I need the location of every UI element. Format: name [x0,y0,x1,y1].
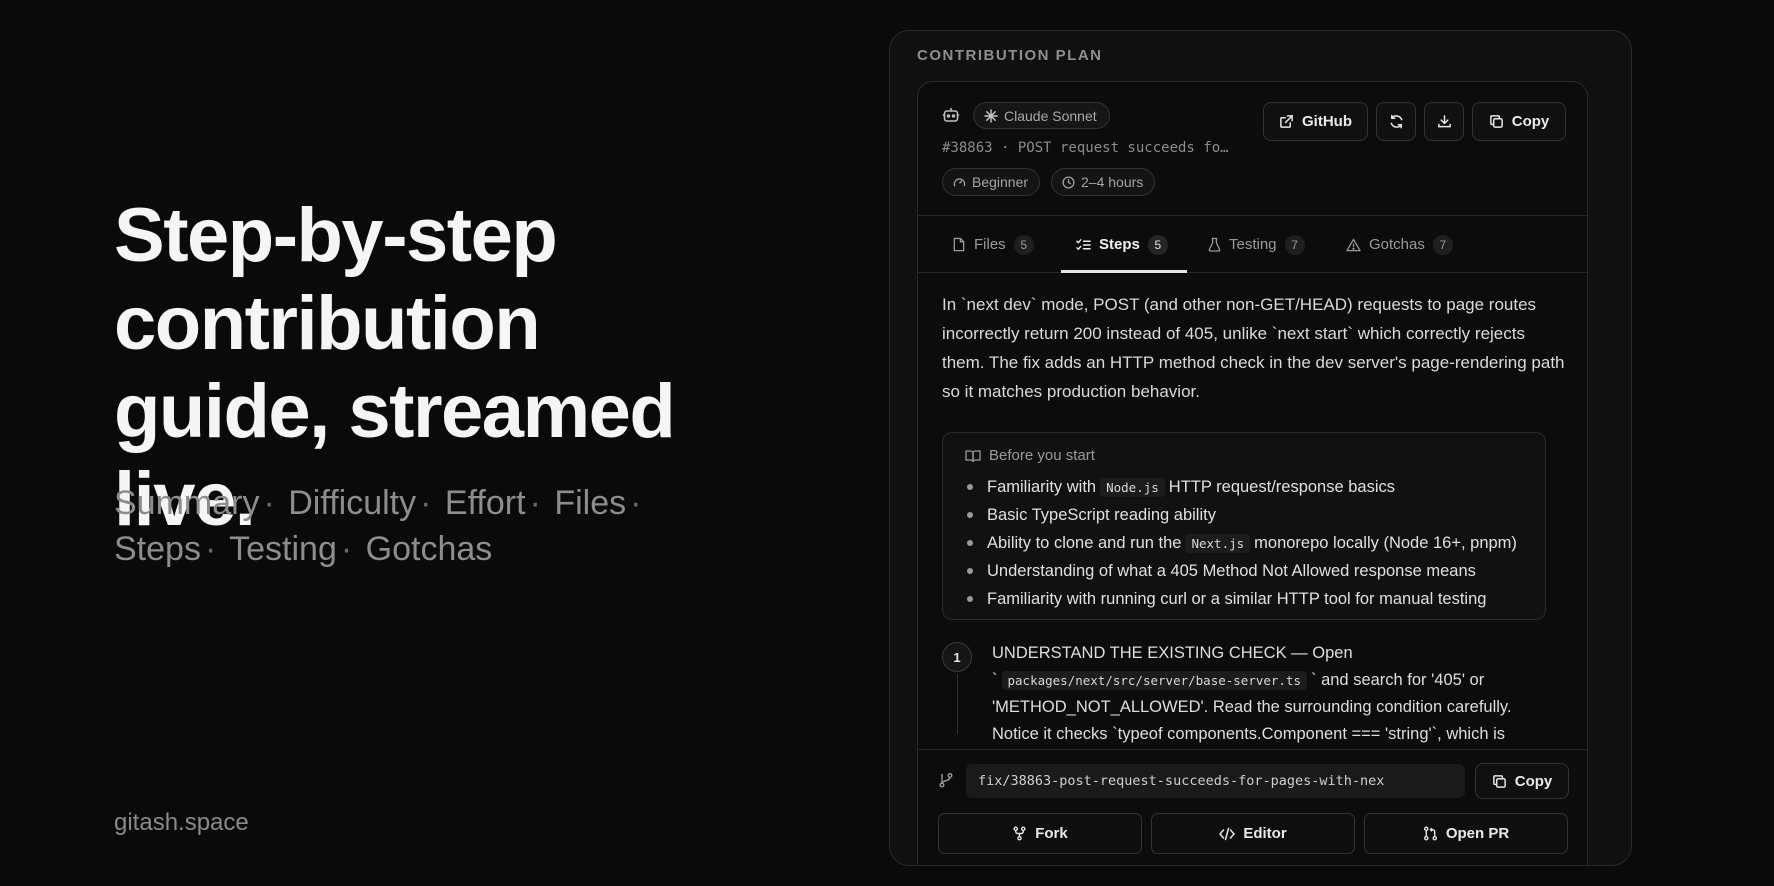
feature-list: Summary · Difficulty · Effort · Files · Step… [114,480,694,572]
list-item: Understanding of what a 405 Method Not A… [965,557,1517,585]
copy-icon [1492,774,1507,789]
effort-badge: 2–4 hours [1051,168,1156,196]
feature-difficulty: Difficulty [288,484,417,522]
prereq-text: Basic TypeScript reading ability [987,506,1216,524]
prerequisites-box: Before you start Familiarity with Node.js… [942,432,1546,620]
prerequisites-header: Before you start [965,447,1095,464]
tab-testing-label: Testing [1229,236,1277,253]
tab-steps[interactable]: Steps 5 [1076,216,1168,273]
effort-label: 2–4 hours [1081,174,1144,190]
plan-tabs: Files 5 Steps 5 Testing 7 Gotchas 7 [918,216,1587,273]
difficulty-badge: Beginner [942,168,1041,196]
clock-icon [1062,175,1075,189]
step-title: UNDERSTAND THE EXISTING CHECK — Open [992,644,1353,662]
inline-code: Next.js [1185,534,1251,553]
list-checks-icon [1076,238,1091,252]
copy-plan-button[interactable]: Copy [1472,102,1566,141]
fork-button[interactable]: Fork [938,813,1142,854]
open-pr-button[interactable]: Open PR [1364,813,1568,854]
tab-testing-count: 7 [1284,234,1305,255]
step-number: 1 [942,642,972,672]
tab-testing[interactable]: Testing 7 [1208,216,1305,273]
step-content: UNDERSTAND THE EXISTING CHECK — Open ` pa… [992,640,1552,748]
feature-testing: Testing [229,530,337,568]
sparkle-icon [984,108,998,123]
git-fork-icon [1012,826,1027,841]
tab-files[interactable]: Files 5 [952,216,1034,273]
feature-steps: Steps [114,530,201,568]
separator: · [529,484,541,522]
prereq-text: Ability to clone and run the [987,534,1182,552]
github-button-label: GitHub [1302,113,1352,130]
step-connector [957,674,958,734]
feature-files: Files [554,484,627,522]
difficulty-label: Beginner [972,174,1029,190]
site-url: gitash.space [114,809,249,836]
file-path-code: packages/next/src/server/base-server.ts [1001,671,1307,690]
refresh-icon [1389,114,1404,129]
download-icon [1437,114,1452,129]
issue-title[interactable]: #38863 · POST request succeeds fo… [942,140,1229,156]
tab-steps-label: Steps [1099,236,1140,253]
prerequisites-title: Before you start [989,447,1095,464]
step-backtick: ` [992,671,998,689]
editor-button[interactable]: Editor [1151,813,1355,854]
prereq-text: Familiarity with [987,478,1097,496]
feature-summary: Summary [114,484,260,522]
separator: · [420,484,432,522]
list-item: Ability to clone and run the Next.js monor… [965,529,1517,557]
separator: · [630,484,642,522]
list-item: Basic TypeScript reading ability [965,501,1517,529]
open-pr-label: Open PR [1445,825,1510,842]
tab-steps-count: 5 [1147,234,1168,255]
plan-panel: Claude Sonnet #38863 · POST request succ… [917,81,1588,865]
plan-summary: In `next dev` mode, POST (and other non-… [942,295,1565,401]
editor-label: Editor [1243,825,1287,842]
download-button[interactable] [1424,102,1464,141]
tab-gotchas-label: Gotchas [1369,236,1425,253]
model-badge: Claude Sonnet [973,102,1110,129]
flask-icon [1208,237,1221,252]
separator: · [204,530,217,568]
regenerate-button[interactable] [1376,102,1416,141]
contribution-plan-card: CONTRIBUTION PLAN Claude Sonnet #38863 ·… [889,30,1632,866]
prereq-text: HTTP request/response basics [1168,478,1396,496]
plan-header: Claude Sonnet #38863 · POST request succ… [918,82,1587,216]
active-tab-indicator [1061,270,1187,273]
separator: · [263,484,275,522]
inline-code: Node.js [1100,478,1165,497]
prereq-text: Understanding of what a 405 Method Not A… [987,562,1476,580]
bot-icon [942,106,960,124]
separator: · [340,530,353,568]
copy-branch-button[interactable]: Copy [1475,763,1569,799]
code-icon [1219,827,1236,841]
model-name: Claude Sonnet [1004,107,1097,124]
copy-branch-label: Copy [1514,772,1553,790]
tab-files-count: 5 [1013,234,1034,255]
file-icon [952,237,966,252]
copy-button-label: Copy [1511,113,1550,130]
github-button[interactable]: GitHub [1263,102,1368,141]
card-title: CONTRIBUTION PLAN [917,47,1103,64]
gauge-icon [953,176,966,189]
tab-files-label: Files [974,236,1006,253]
feature-effort: Effort [444,484,526,522]
tab-gotchas[interactable]: Gotchas 7 [1346,216,1453,273]
feature-gotchas: Gotchas [365,530,493,568]
git-branch-icon [938,772,954,788]
branch-name-field[interactable]: fix/38863-post-request-succeeds-for-page… [966,764,1465,798]
book-icon [965,449,981,463]
prereq-text: monorepo locally (Node 16+, pnpm) [1254,534,1517,552]
list-item: Familiarity with running curl or a simil… [965,585,1517,613]
warning-icon [1346,238,1361,252]
list-item: Familiarity with Node.js HTTP request/resp… [965,473,1517,501]
tab-gotchas-count: 7 [1432,234,1453,255]
git-pull-request-icon [1423,826,1438,841]
external-link-icon [1279,114,1294,129]
plan-footer: fix/38863-post-request-succeeds-for-page… [918,749,1587,865]
fork-label: Fork [1035,825,1068,842]
copy-icon [1489,114,1504,129]
prerequisites-list: Familiarity with Node.js HTTP request/resp… [965,473,1517,613]
prereq-text: Familiarity with running curl or a simil… [987,590,1487,608]
